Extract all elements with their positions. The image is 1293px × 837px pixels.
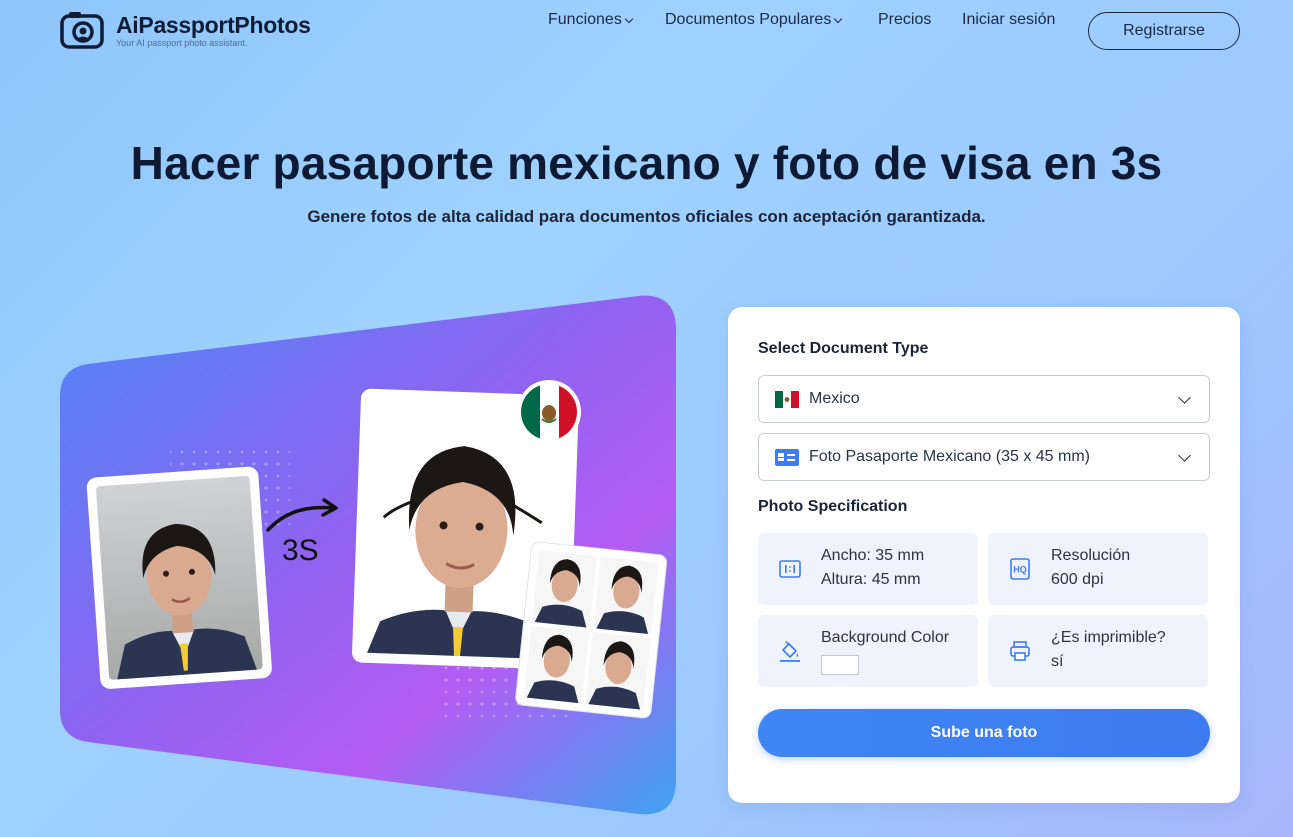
nav-precios-label: Precios [878, 11, 932, 28]
spec-width: Ancho: 35 mm [821, 547, 925, 564]
document-form-card: Select Document Type Mexico Foto Pasapor… [728, 307, 1240, 803]
spec-resolution-label: Resolución [1051, 547, 1131, 564]
site-header: AiPassportPhotos Your AI passport photo … [0, 0, 1293, 64]
spec-height: Altura: 45 mm [821, 571, 921, 588]
print-photo-2 [593, 556, 659, 635]
id-card-icon [775, 449, 799, 466]
printer-icon [1010, 641, 1030, 661]
print-photo-4 [585, 632, 651, 710]
nav-funciones-label: Funciones [548, 11, 622, 28]
spec-printable-value: sí [1051, 653, 1064, 670]
mexico-flag-icon [517, 380, 581, 444]
spec-background-label: Background Color [821, 629, 950, 646]
document-select-value: Foto Pasaporte Mexicano (35 x 45 mm) [809, 448, 1091, 465]
speed-label: 3S [282, 534, 319, 567]
camera-logo-icon [60, 12, 104, 49]
hq-icon: HQ [1010, 558, 1030, 580]
nav-funciones[interactable]: Funciones [548, 11, 634, 29]
country-select[interactable]: Mexico [758, 375, 1210, 423]
print-sheet [515, 541, 668, 719]
document-select[interactable]: Foto Pasaporte Mexicano (35 x 45 mm) [758, 433, 1210, 481]
illustration-graphic [60, 295, 677, 815]
page-subtitle: Genere fotos de alta calidad para docume… [307, 207, 986, 226]
register-button[interactable]: Registrarse [1088, 12, 1240, 50]
paint-bucket-icon [780, 641, 800, 662]
brand-tagline: Your AI passport photo assistant. [116, 38, 248, 48]
svg-text:HQ: HQ [1013, 565, 1027, 575]
print-photo-1 [531, 550, 597, 628]
nav-iniciar-sesion[interactable]: Iniciar sesión [962, 11, 1055, 29]
nav-documentos-label: Documentos Populares [665, 11, 832, 28]
spec-resolution-value: 600 dpi [1051, 571, 1104, 588]
chevron-down-icon [1178, 449, 1191, 462]
spec-size: Ancho: 35 mm Altura: 45 mm [758, 533, 978, 605]
print-photo-3 [523, 625, 589, 704]
original-photo [86, 466, 272, 689]
nav-precios[interactable]: Precios [878, 11, 931, 29]
aspect-ratio-icon [779, 560, 801, 578]
brand-logo[interactable]: AiPassportPhotos Your AI passport photo … [60, 10, 311, 50]
chevron-down-icon [834, 14, 843, 23]
spec-printable: ¿Es imprimible? sí [988, 615, 1208, 687]
country-select-value: Mexico [809, 390, 860, 407]
hero-illustration: 3S [60, 294, 678, 818]
spec-background: Background Color [758, 615, 978, 687]
upload-photo-button[interactable]: Sube una foto [758, 709, 1210, 757]
nav-login-label: Iniciar sesión [962, 11, 1056, 28]
mexico-flag-icon [775, 391, 799, 408]
nav-documentos-populares[interactable]: Documentos Populares [665, 11, 843, 29]
spec-resolution: HQ Resolución 600 dpi [988, 533, 1208, 605]
spec-printable-label: ¿Es imprimible? [1051, 629, 1166, 646]
background-color-swatch[interactable] [821, 655, 859, 675]
chevron-down-icon [1178, 391, 1191, 404]
photo-spec-label: Photo Specification [758, 498, 908, 515]
brand-name: AiPassportPhotos [116, 12, 311, 38]
document-type-label: Select Document Type [758, 340, 929, 357]
chevron-down-icon [624, 14, 634, 23]
page-title: Hacer pasaporte mexicano y foto de visa … [130, 137, 1163, 189]
